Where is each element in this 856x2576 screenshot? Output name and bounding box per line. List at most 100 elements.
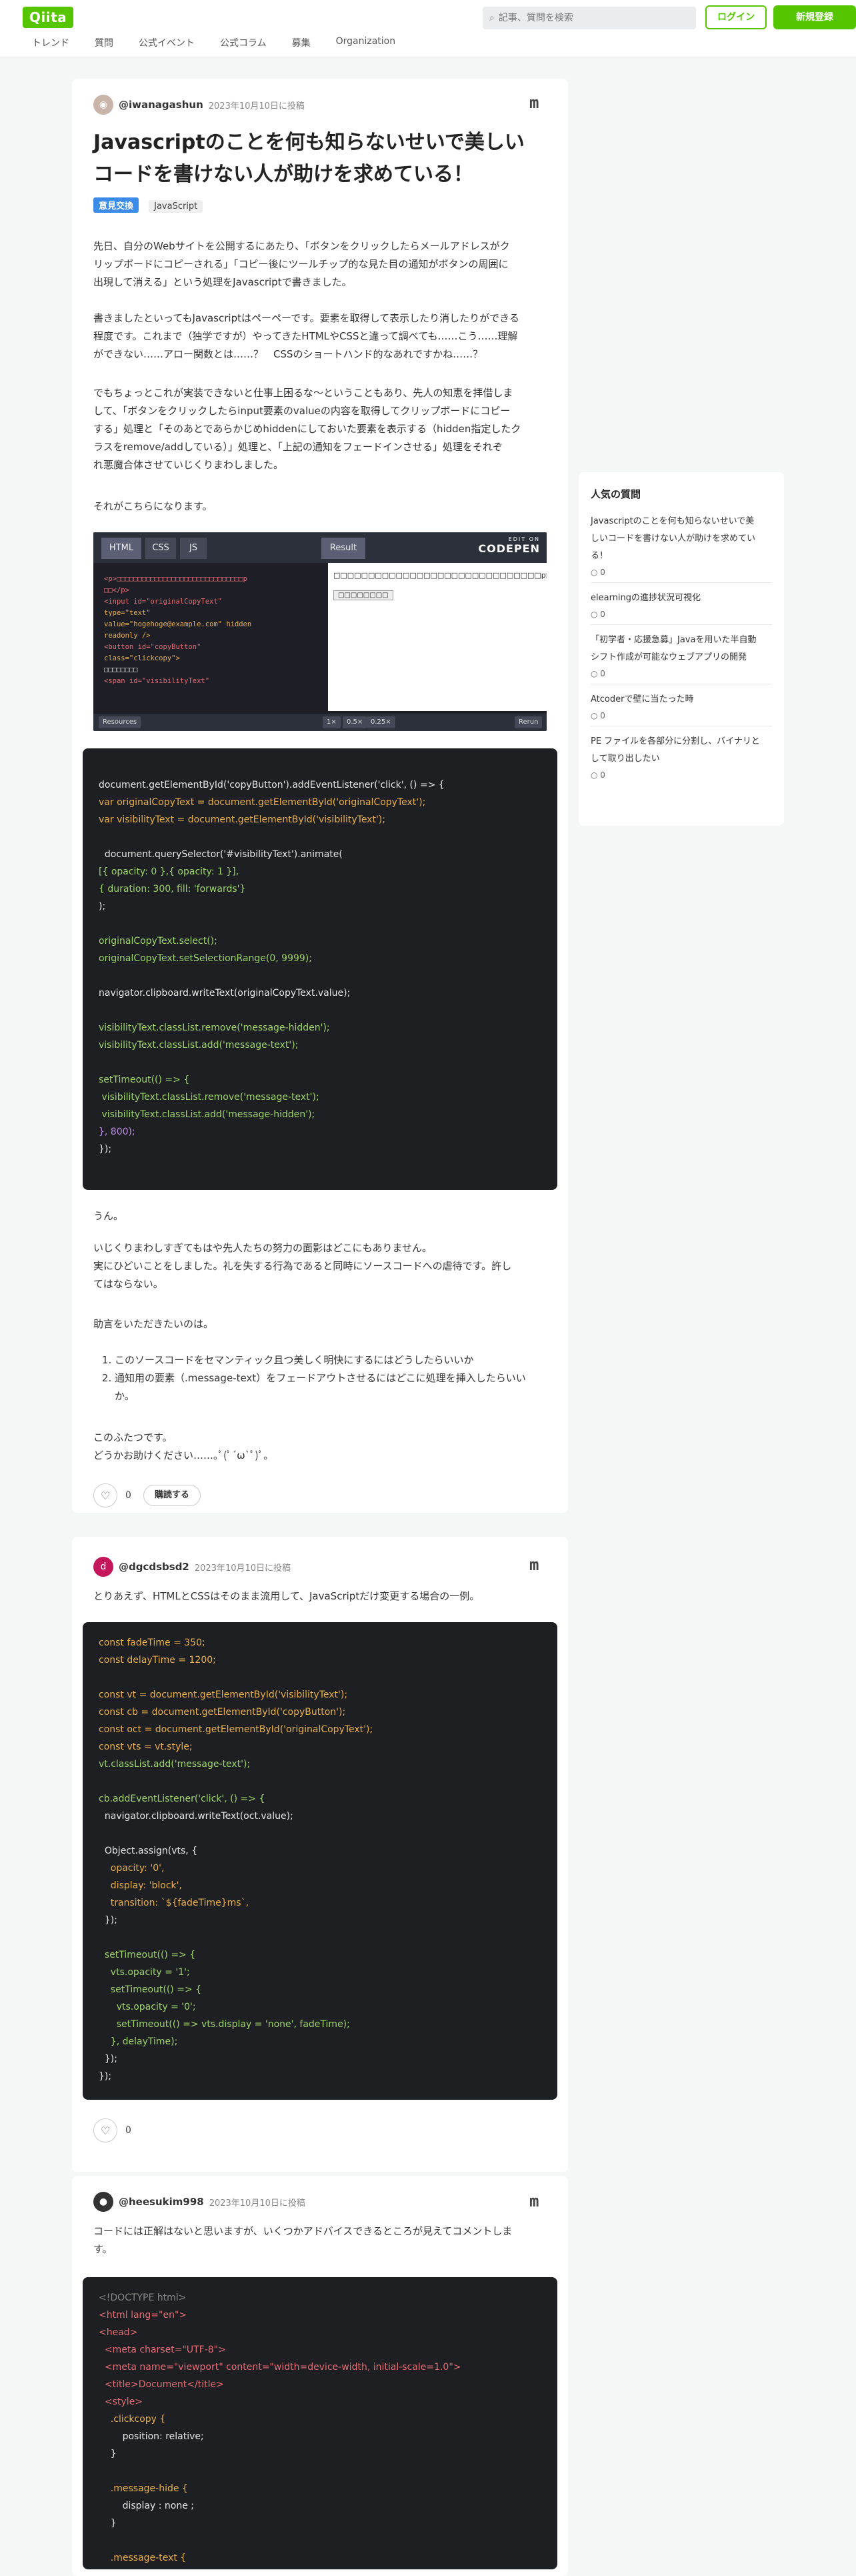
tag-list: 意見交換 JavaScript xyxy=(93,197,209,213)
codepen-result: □□□□□□□□□□□□□□□□□□□□□□□□□□□□□□p□□ □□□□□□… xyxy=(328,563,547,711)
code-line: <head> xyxy=(99,2327,138,2338)
paragraph: うん。 xyxy=(93,1210,124,1222)
post-date: 2023年10月10日に投稿 xyxy=(209,2198,305,2208)
text-line: PE ファイルを各部分に分割し、バイナリと xyxy=(591,736,760,746)
code-line: }); xyxy=(99,1915,117,1926)
markdown-icon[interactable]: m xyxy=(529,2192,837,2210)
title-line: Javascriptのことを何も知らないせいで美しい xyxy=(93,131,525,154)
codepen-logo[interactable]: EDIT ON CODEPEN xyxy=(473,536,540,555)
tab-html[interactable]: HTML xyxy=(101,538,141,559)
codepen-footer xyxy=(93,714,547,731)
text-line: ラスをremove/addしている）」処理と、「上記の通知をフェードインさせる」… xyxy=(93,441,503,453)
title-line: コードを書けない人が助けを求めている！ xyxy=(93,163,473,186)
search-input[interactable] xyxy=(498,13,679,23)
author-name[interactable]: @iwanagashun xyxy=(119,99,203,111)
text-line: このふたつです。 xyxy=(93,1431,173,1443)
like-heart-icon[interactable]: ♡ xyxy=(93,1483,117,1507)
nav-recruit[interactable]: 募集 xyxy=(292,36,311,49)
code-line: }); xyxy=(99,1144,112,1155)
author-name[interactable]: @dgcdsbsd2 xyxy=(119,1561,189,1573)
avatar[interactable]: ◉ xyxy=(93,95,113,115)
codepen-embed[interactable]: HTML CSS JS Result EDIT ON CODEPEN <p>□□… xyxy=(93,532,547,731)
nav-questions[interactable]: 質問 xyxy=(95,36,113,49)
popular-question-title[interactable]: PE ファイルを各部分に分割し、バイナリと して取り出したい xyxy=(591,733,772,768)
popular-question-item[interactable]: Atcoderで壁に当たった時 ○ 0 xyxy=(591,691,772,726)
text-line: る！ xyxy=(591,551,609,561)
login-button[interactable]: ログイン xyxy=(705,5,767,29)
popular-question-item[interactable]: Javascriptのことを何も知らないせいで美 しいコードを書けない人が助けを… xyxy=(591,513,772,583)
rerun-button[interactable]: Rerun xyxy=(515,716,543,728)
zoom-1x-button[interactable]: 1× xyxy=(323,716,341,728)
paragraph: それがこちらになります。 xyxy=(93,500,213,512)
answer-count: ○ 0 xyxy=(591,669,605,678)
code-line: const vt = document.getElementById('visi… xyxy=(99,1690,348,1700)
code-line: .message-text { xyxy=(99,2553,187,2563)
nav-trend[interactable]: トレンド xyxy=(32,36,69,49)
tag-javascript[interactable]: JavaScript xyxy=(149,200,203,213)
text-line: リップボードにコピーされる」「コピー後にツールチップ的な見た目の通知がボタンの周… xyxy=(93,258,509,270)
markdown-icon[interactable]: m xyxy=(529,93,837,112)
code-line: var visibilityText = document.getElement… xyxy=(99,814,385,825)
tab-css[interactable]: CSS xyxy=(145,538,176,559)
question-meta: ◉ @iwanagashun 2023年10月10日に投稿 xyxy=(93,95,305,115)
paragraph: いじくりまわしすぎてもはや先人たちの努力の面影はどこにもありません。 実にひどい… xyxy=(93,1239,553,1293)
subscribe-button[interactable]: 購読する xyxy=(143,1485,201,1506)
resources-button[interactable]: Resources xyxy=(99,716,141,728)
codepen-html-code: <p>□□□□□□□□□□□□□□□□□□□□□□□□□□□□□□p □□</p… xyxy=(99,568,325,710)
popular-question-item[interactable]: 「初学者・応援急募」Javaを用いた半自動 シフト作成が可能なウェブアプリの開発… xyxy=(591,632,772,684)
code-line: readonly /> xyxy=(104,632,151,640)
text-line: いじくりまわしすぎてもはや先人たちの努力の面影はどこにもありません。 xyxy=(93,1242,433,1254)
zoom-025x-button[interactable]: 0.25× xyxy=(367,716,395,728)
code-line: ); xyxy=(99,901,106,912)
nav-events[interactable]: 公式イベント xyxy=(139,36,195,49)
code-line: visibilityText.classList.remove('message… xyxy=(99,1023,330,1033)
popular-question-title[interactable]: Atcoderで壁に当たった時 xyxy=(591,691,772,708)
zoom-05x-button[interactable]: 0.5× xyxy=(343,716,367,728)
code-line: }); xyxy=(99,2071,112,2082)
code-line: } xyxy=(99,2449,117,2459)
tag-opinion[interactable]: 意見交換 xyxy=(93,197,139,213)
author-name[interactable]: @heesukim998 xyxy=(119,2196,204,2208)
popular-question-item[interactable]: elearningの進捗状況可視化 ○ 0 xyxy=(591,590,772,625)
sidebar-title: 人気の質問 xyxy=(591,488,641,500)
question-title: Javascriptのことを何も知らないせいで美しい コードを書けない人が助けを… xyxy=(93,127,553,191)
code-line: const oct = document.getElementById('ori… xyxy=(99,1724,373,1735)
text-line: して、「ボタンをクリックしたらinput要素のvalueの内容を取得してクリップ… xyxy=(93,405,511,417)
avatar[interactable]: d xyxy=(93,1557,113,1577)
text-line: しいコードを書けない人が助けを求めてい xyxy=(591,534,756,544)
popular-question-item[interactable]: PE ファイルを各部分に分割し、バイナリと して取り出したい ○ 0 xyxy=(591,733,772,785)
popular-question-title[interactable]: Javascriptのことを何も知らないせいで美 しいコードを書けない人が助けを… xyxy=(591,513,772,565)
code-line: originalCopyText.select(); xyxy=(99,936,217,946)
signup-button[interactable]: 新規登録 xyxy=(773,5,856,29)
text-line: 先日、自分のWebサイトを公開するにあたり、「ボタンをクリックしたらメールアドレ… xyxy=(93,240,510,252)
code-line: <span id="visibilityText" xyxy=(104,677,210,685)
code-line: position: relative; xyxy=(99,2431,204,2442)
popular-question-title[interactable]: elearningの進捗状況可視化 xyxy=(591,590,772,607)
code-line: value="hogehoge@example.com" hidden xyxy=(104,620,252,628)
nav-organization[interactable]: Organization xyxy=(336,36,396,49)
result-copy-button[interactable]: □□□□□□□□ xyxy=(333,590,393,600)
nav-columns[interactable]: 公式コラム xyxy=(220,36,267,49)
ask-list: このソースコードをセマンティック且つ美しく明快にするにはどうしたらいいか 通知用… xyxy=(93,1351,553,1405)
like-heart-icon[interactable]: ♡ xyxy=(93,2118,117,2142)
tab-js[interactable]: JS xyxy=(180,538,207,559)
code-line: vt.classList.add('message-text'); xyxy=(99,1759,251,1770)
paragraph: 書きましたといってもJavascriptはペーペーです。要素を取得して表示したり… xyxy=(93,309,553,364)
answer-count: ○ 0 xyxy=(591,711,605,720)
avatar[interactable]: ● xyxy=(93,2192,113,2212)
popular-question-title[interactable]: 「初学者・応援急募」Javaを用いた半自動 シフト作成が可能なウェブアプリの開発 xyxy=(591,632,772,666)
search-box[interactable]: ⌕ xyxy=(483,7,696,29)
answer-count: ○ 0 xyxy=(591,610,605,619)
qiita-logo[interactable]: Qiita xyxy=(23,7,73,28)
markdown-icon[interactable]: m xyxy=(529,1555,837,1574)
tab-result[interactable]: Result xyxy=(321,538,365,559)
text-line: 出現して消える」という処理をJavascriptで書きました。 xyxy=(93,276,352,288)
